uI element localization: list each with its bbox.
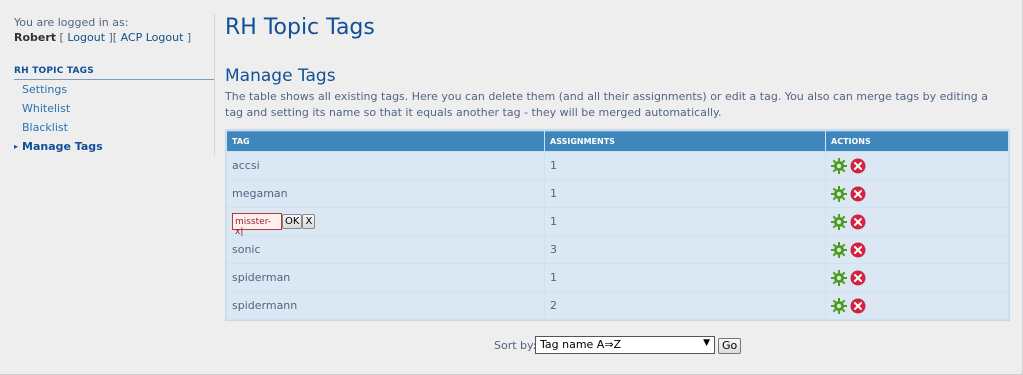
edit-gear-icon[interactable] <box>831 241 847 258</box>
actions-cell <box>826 236 1008 263</box>
actions-cell <box>826 152 1008 179</box>
acp-logout-link[interactable]: ACP Logout <box>121 31 184 44</box>
tag-edit-ok-button[interactable]: OK <box>282 214 303 229</box>
tag-edit-input[interactable]: misster-x| <box>232 213 282 237</box>
assignments-cell: 2 <box>545 292 825 319</box>
sidebar-item-settings[interactable]: Settings <box>22 83 67 96</box>
delete-icon[interactable] <box>850 298 866 314</box>
edit-gear-icon[interactable] <box>831 297 847 314</box>
column-header-assignments[interactable]: ASSIGNMENTS <box>545 131 825 151</box>
sidebar-heading: RH TOPIC TAGS <box>14 66 214 80</box>
column-header-actions: ACTIONS <box>826 131 1008 151</box>
assignments-cell: 3 <box>545 236 825 263</box>
section-title: Manage Tags <box>225 66 336 86</box>
delete-icon[interactable] <box>850 270 866 286</box>
table-row: accsi 1 <box>227 152 1008 179</box>
edit-gear-icon[interactable] <box>831 157 847 174</box>
table-row: misster-x|OK X 1 <box>227 208 1008 237</box>
active-item-arrow-icon: ▸ <box>14 142 19 151</box>
sidebar-item-whitelist[interactable]: Whitelist <box>22 102 70 115</box>
assignments-cell: 1 <box>545 152 825 179</box>
actions-cell <box>826 292 1008 319</box>
go-button[interactable]: Go <box>718 338 742 354</box>
table-row: spidermann 2 <box>227 292 1008 319</box>
delete-icon[interactable] <box>850 158 866 174</box>
tag-cell: megaman <box>227 180 544 207</box>
tag-cell: spiderman <box>227 264 544 291</box>
table-row: spiderman 1 <box>227 264 1008 291</box>
tag-edit-cancel-button[interactable]: X <box>302 214 316 229</box>
table-header-row: TAG ASSIGNMENTS ACTIONS <box>227 131 1008 151</box>
sort-label: Sort by: <box>494 339 537 352</box>
actions-cell <box>826 264 1008 291</box>
sidebar: You are logged in as: Robert [ Logout ][… <box>0 0 215 156</box>
column-header-tag[interactable]: TAG <box>227 131 544 151</box>
edit-gear-icon[interactable] <box>831 213 847 230</box>
delete-icon[interactable] <box>850 214 866 230</box>
sidebar-divider <box>214 14 215 156</box>
edit-gear-icon[interactable] <box>831 269 847 286</box>
logout-link[interactable]: Logout <box>67 31 105 44</box>
page-title: RH Topic Tags <box>225 15 375 40</box>
login-user-line: Robert [ Logout ][ ACP Logout ] <box>14 31 192 44</box>
page-description: The table shows all existing tags. Here … <box>225 90 988 119</box>
assignments-cell: 1 <box>545 264 825 291</box>
tag-cell: sonic <box>227 236 544 263</box>
tag-cell: misster-x|OK X <box>227 208 544 237</box>
table-body: accsi 1 megaman 1 misster-x|OK X 1 sonic 3 spider… <box>227 152 1008 319</box>
sort-selected-value: Tag name A⇒Z <box>540 338 622 351</box>
dropdown-arrow-icon: ▼ <box>703 338 710 348</box>
delete-icon[interactable] <box>850 186 866 202</box>
sidebar-item-blacklist[interactable]: Blacklist <box>22 121 68 134</box>
sidebar-item-manage-tags[interactable]: Manage Tags <box>22 140 103 153</box>
actions-cell <box>826 208 1008 235</box>
tag-cell: spidermann <box>227 292 544 319</box>
tag-cell: accsi <box>227 152 544 179</box>
login-status: You are logged in as: <box>14 16 129 29</box>
actions-cell <box>826 180 1008 207</box>
table-row: megaman 1 <box>227 180 1008 207</box>
tags-table: TAG ASSIGNMENTS ACTIONS accsi 1 megaman 1 mi… <box>225 129 1010 321</box>
table-row: sonic 3 <box>227 236 1008 263</box>
delete-icon[interactable] <box>850 242 866 258</box>
sort-select[interactable]: Tag name A⇒Z ▼ <box>535 336 715 354</box>
edit-gear-icon[interactable] <box>831 185 847 202</box>
username: Robert <box>14 31 57 44</box>
assignments-cell: 1 <box>545 180 825 207</box>
assignments-cell: 1 <box>545 208 825 235</box>
